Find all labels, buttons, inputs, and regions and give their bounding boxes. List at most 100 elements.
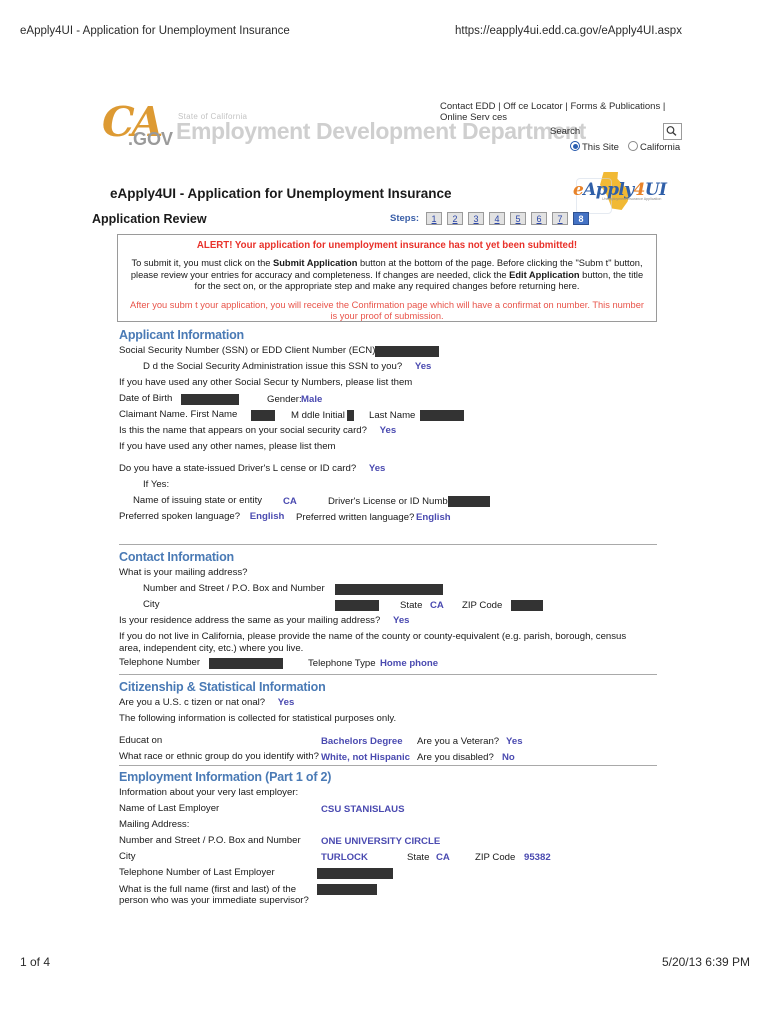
spoken-language-value: English [249, 511, 285, 522]
logo-tagline: Unemployment Insurance Application [602, 197, 662, 201]
state-value: CA [430, 600, 444, 611]
print-header-url: https://eapply4ui.edd.ca.gov/eApply4UI.a… [455, 25, 682, 37]
employer-state-label: State [407, 852, 430, 863]
drivers-license-label: Do you have a state-issued Driver's L ce… [119, 463, 357, 474]
veteran-value: Yes [506, 736, 523, 747]
last-name-value-redacted [420, 410, 464, 421]
step-button-7[interactable]: 7 [552, 212, 569, 225]
print-footer-date: 5/20/13 6:39 PM [661, 955, 750, 969]
telephone-label: Telephone Number [119, 657, 201, 668]
ssa-issued-row: D d the Social Security Administration i… [119, 361, 657, 377]
alert-box: ALERT! Your application for unemployment… [117, 234, 657, 322]
disabled-value: No [502, 752, 515, 763]
other-ssn-label: If you have used any other Social Secur … [119, 377, 413, 388]
section-divider-1 [119, 544, 657, 545]
edit-application-emphasis: Edit Application [509, 269, 580, 280]
employer-zip-value: 95382 [524, 852, 551, 863]
employer-state-value: CA [436, 852, 450, 863]
same-address-label: Is your residence address the same as yo… [119, 615, 381, 626]
street-value-redacted [335, 584, 443, 595]
other-ssn-row: If you have used any other Social Secur … [119, 377, 657, 393]
claimant-name-label: Claimant Name. [119, 409, 188, 420]
disabled-label: Are you disabled? [417, 752, 494, 763]
county-note-label: If you do not live in California, please… [119, 631, 627, 654]
step-button-6[interactable]: 6 [531, 212, 548, 225]
dob-gender-row: Date of Birth Gender: Male [119, 393, 657, 409]
telephone-type-label: Telephone Type [308, 658, 376, 669]
same-address-value: Yes [392, 615, 410, 626]
step-button-5[interactable]: 5 [510, 212, 527, 225]
ssn-label: Social Security Number (SSN) or EDD Clie… [119, 345, 376, 356]
dob-value-redacted [181, 394, 239, 405]
contact-information-heading[interactable]: Contact Information [119, 550, 657, 564]
veteran-label: Are you a Veteran? [417, 736, 500, 747]
last-employer-label: Name of Last Employer [119, 803, 220, 814]
step-button-2[interactable]: 2 [447, 212, 464, 225]
search-button[interactable] [663, 123, 682, 140]
review-section-title: Application Review [92, 212, 207, 226]
city-label: City [143, 599, 160, 610]
telephone-row: Telephone Number Telephone Type Home pho… [119, 657, 657, 673]
nav-link-office-locator[interactable]: Off ce Locator [503, 101, 563, 112]
street-label: Number and Street / P.O. Box and Number [143, 583, 325, 594]
radio-california[interactable] [627, 141, 638, 151]
nav-separator: | [662, 101, 666, 112]
ss-card-name-value: Yes [379, 425, 397, 436]
claimant-name-row: Claimant Name. First Name M ddle Initial… [119, 409, 657, 425]
banner-nav-links: Contact EDD | Off ce Locator | Forms & P… [440, 101, 690, 123]
step-button-4[interactable]: 4 [489, 212, 506, 225]
spoken-language-label: Preferred spoken language? [119, 511, 241, 522]
employer-mailing-label: Mailing Address: [119, 819, 190, 830]
ssn-row: Social Security Number (SSN) or EDD Clie… [119, 345, 657, 361]
contact-information-section: Contact Information What is your mailing… [119, 550, 657, 673]
search-icon [666, 126, 677, 136]
county-note-row: If you do not live in California, please… [119, 631, 647, 657]
section-divider-2 [119, 674, 657, 675]
step-button-8-current[interactable]: 8 [573, 212, 590, 225]
zip-label: ZIP Code [462, 600, 503, 611]
site-banner: CA .GOV State of California Employment D… [100, 98, 690, 160]
last-employer-value: CSU STANISLAUS [321, 804, 405, 815]
print-header-title: eApply4UI - Application for Unemployment… [20, 25, 290, 37]
employment-information-heading[interactable]: Employment Information (Part 1 of 2) [119, 770, 657, 784]
step-navigation: Steps: 1 2 3 4 5 6 7 8 [390, 212, 594, 227]
citizen-label: Are you a U.S. c tizen or nat onal? [119, 697, 266, 708]
issuing-state-row: Name of issuing state or entity CA Drive… [119, 495, 657, 511]
city-state-zip-row: City State CA ZIP Code [119, 599, 657, 615]
step-button-3[interactable]: 3 [468, 212, 485, 225]
nav-link-contact-edd[interactable]: Contact EDD [440, 101, 495, 112]
employer-phone-value-redacted [317, 868, 393, 879]
preferred-language-row: Preferred spoken language? English Prefe… [119, 511, 657, 527]
nav-separator: | [498, 101, 501, 112]
section-divider-3 [119, 765, 657, 766]
dob-label: Date of Birth [119, 393, 173, 404]
race-label: What race or ethnic group do you identif… [119, 751, 319, 762]
search-scope-radios: This Site California [570, 141, 689, 153]
nav-link-online-services[interactable]: Online Serv ces [440, 112, 507, 123]
telephone-type-value: Home phone [380, 658, 439, 669]
step-button-1[interactable]: 1 [426, 212, 443, 225]
mailing-address-row: What is your mailing address? [119, 567, 657, 583]
employer-mailing-row: Mailing Address: [119, 819, 657, 835]
drivers-license-value: Yes [368, 463, 386, 474]
state-label: State [400, 600, 423, 611]
print-header: eApply4UI - Application for Unemployment… [0, 25, 770, 41]
citizenship-statistical-section: Citizenship & Statistical Information Ar… [119, 680, 657, 767]
employer-phone-row: Telephone Number of Last Employer [119, 867, 657, 883]
alert-footer-note: After you subm t your application, you w… [130, 299, 644, 322]
zip-value-redacted [511, 600, 543, 611]
ssa-issued-label: D d the Social Security Administration i… [143, 361, 403, 372]
submit-application-emphasis: Submit Application [273, 258, 358, 268]
radio-this-site[interactable] [570, 141, 580, 151]
education-value: Bachelors Degree [321, 736, 403, 747]
ssa-issued-value: Yes [414, 361, 432, 372]
statistical-note-label: The following information is collected f… [119, 713, 397, 724]
employer-city-row: City TURLOCK State CA ZIP Code 95382 [119, 851, 657, 867]
telephone-value-redacted [209, 658, 283, 669]
applicant-information-heading[interactable]: Applicant Information [119, 328, 657, 342]
citizenship-statistical-heading[interactable]: Citizenship & Statistical Information [119, 680, 657, 694]
nav-link-forms-publications[interactable]: Forms & Publications [570, 101, 660, 112]
street-row: Number and Street / P.O. Box and Number [119, 583, 657, 599]
nav-separator: | [565, 101, 568, 112]
issuing-state-value: CA [283, 496, 297, 507]
